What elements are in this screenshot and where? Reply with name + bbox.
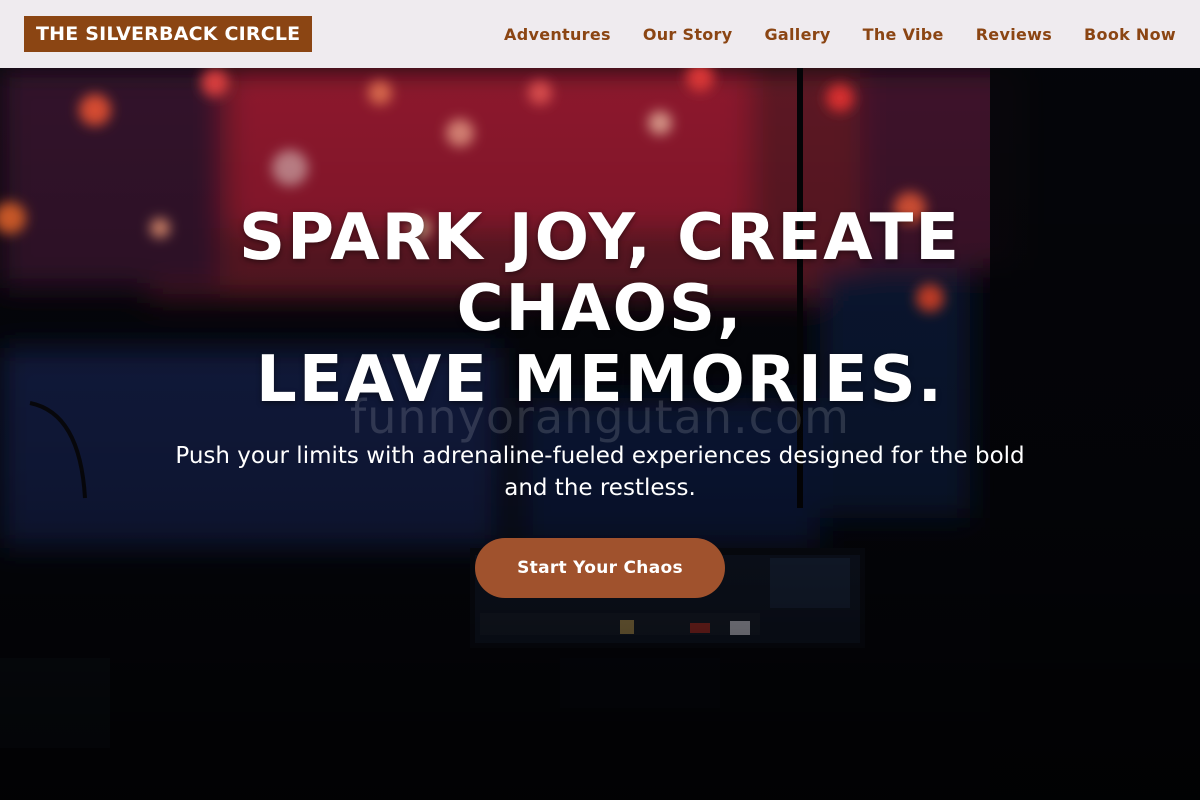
- hero-headline: SPARK JOY, CREATE CHAOS, LEAVE MEMORIES.: [100, 203, 1100, 416]
- main-nav: Adventures Our Story Gallery The Vibe Re…: [504, 0, 1176, 68]
- headline-line: SPARK JOY, CREATE: [239, 201, 961, 275]
- headline-line: LEAVE MEMORIES.: [256, 343, 944, 417]
- nav-link-gallery[interactable]: Gallery: [764, 25, 830, 44]
- nav-link-the-vibe[interactable]: The Vibe: [863, 25, 944, 44]
- site-header: THE SILVERBACK CIRCLE Adventures Our Sto…: [0, 0, 1200, 68]
- headline-line: CHAOS,: [456, 272, 744, 346]
- nav-link-adventures[interactable]: Adventures: [504, 25, 611, 44]
- nav-link-our-story[interactable]: Our Story: [643, 25, 733, 44]
- hero-content: funnyorangutan.com SPARK JOY, CREATE CHA…: [0, 68, 1200, 800]
- nav-link-book-now[interactable]: Book Now: [1084, 25, 1176, 44]
- start-your-chaos-button[interactable]: Start Your Chaos: [475, 538, 725, 598]
- hero-subtitle: Push your limits with adrenaline-fueled …: [175, 443, 1025, 501]
- site-logo[interactable]: THE SILVERBACK CIRCLE: [24, 16, 313, 52]
- hero-section: funnyorangutan.com SPARK JOY, CREATE CHA…: [0, 68, 1200, 800]
- nav-link-reviews[interactable]: Reviews: [976, 25, 1052, 44]
